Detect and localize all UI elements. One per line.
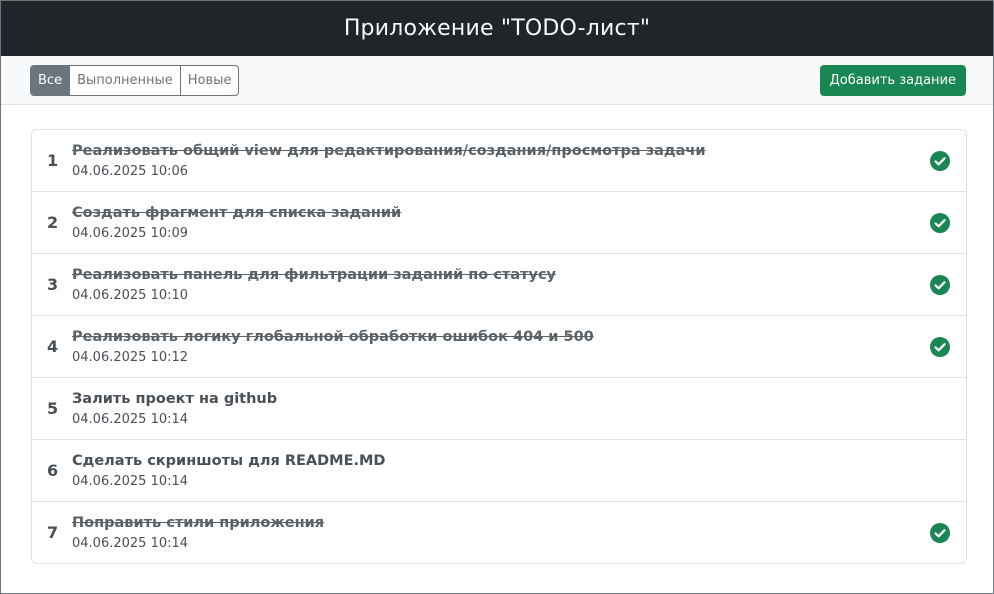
- filter-done-button[interactable]: Выполненные: [69, 64, 181, 96]
- task-number: 3: [47, 275, 59, 294]
- task-title: Реализовать панель для фильтрации задани…: [72, 266, 557, 283]
- task-date: 04.06.2025 10:06: [72, 163, 189, 179]
- check-circle-icon: [930, 522, 950, 543]
- check-circle-icon: [930, 150, 950, 171]
- check-circle-icon: [930, 212, 950, 233]
- app-window: Приложение "TODO-лист" Все Выполненные Н…: [0, 0, 994, 594]
- task-row[interactable]: 4 Реализовать логику глобальной обработки…: [32, 315, 966, 377]
- task-title: Поправить стили приложения: [72, 514, 325, 531]
- task-row[interactable]: 6 Сделать скриншоты для README.MD 04.06.20…: [32, 439, 966, 501]
- toolbar: Все Выполненные Новые Добавить задание: [1, 56, 993, 105]
- check-circle-icon: [930, 274, 950, 295]
- filter-button-group: Все Выполненные Новые: [30, 64, 240, 96]
- task-number: 5: [47, 399, 59, 418]
- task-content: Реализовать общий view для редактировани…: [72, 142, 706, 180]
- task-date: 04.06.2025 10:14: [72, 411, 189, 427]
- filter-new-button[interactable]: Новые: [179, 64, 240, 96]
- task-number: 7: [47, 523, 59, 542]
- task-title: Создать фрагмент для списка заданий: [72, 204, 402, 221]
- task-content: Реализовать логику глобальной обработки …: [72, 328, 594, 366]
- task-title: Реализовать логику глобальной обработки …: [72, 328, 594, 345]
- task-number: 4: [47, 337, 59, 356]
- task-date: 04.06.2025 10:14: [72, 473, 189, 489]
- task-number: 2: [47, 213, 59, 232]
- task-row[interactable]: 5 Залить проект на github 04.06.2025 10:14: [32, 377, 966, 439]
- task-date: 04.06.2025 10:09: [72, 225, 189, 241]
- task-content: Создать фрагмент для списка заданий 04.06…: [72, 204, 401, 242]
- task-row[interactable]: 3 Реализовать панель для фильтрации задан…: [32, 253, 966, 315]
- task-title: Реализовать общий view для редактировани…: [72, 142, 706, 159]
- task-title: Сделать скриншоты для README.MD: [72, 452, 386, 469]
- app-header: Приложение "TODO-лист": [1, 1, 993, 56]
- task-date: 04.06.2025 10:14: [72, 535, 189, 551]
- app-title: Приложение "TODO-лист": [343, 16, 651, 41]
- task-date: 04.06.2025 10:10: [72, 287, 189, 303]
- task-number: 6: [47, 461, 59, 480]
- task-content: Залить проект на github 04.06.2025 10:14: [72, 390, 277, 428]
- task-content: Реализовать панель для фильтрации задани…: [72, 266, 556, 304]
- task-title: Залить проект на github: [72, 390, 278, 407]
- task-content: Сделать скриншоты для README.MD 04.06.202…: [72, 452, 385, 490]
- task-number: 1: [47, 151, 59, 170]
- task-row[interactable]: 7 Поправить стили приложения 04.06.2025 10…: [32, 501, 966, 563]
- task-list: 1 Реализовать общий view для редактирован…: [31, 129, 967, 564]
- task-row[interactable]: 1 Реализовать общий view для редактирован…: [32, 130, 966, 191]
- task-date: 04.06.2025 10:12: [72, 349, 189, 365]
- add-task-button[interactable]: Добавить задание: [819, 64, 966, 96]
- filter-all-button[interactable]: Все: [30, 64, 71, 96]
- task-row[interactable]: 2 Создать фрагмент для списка заданий 04.0…: [32, 191, 966, 253]
- task-content: Поправить стили приложения 04.06.2025 10:…: [72, 514, 324, 552]
- check-circle-icon: [930, 336, 950, 357]
